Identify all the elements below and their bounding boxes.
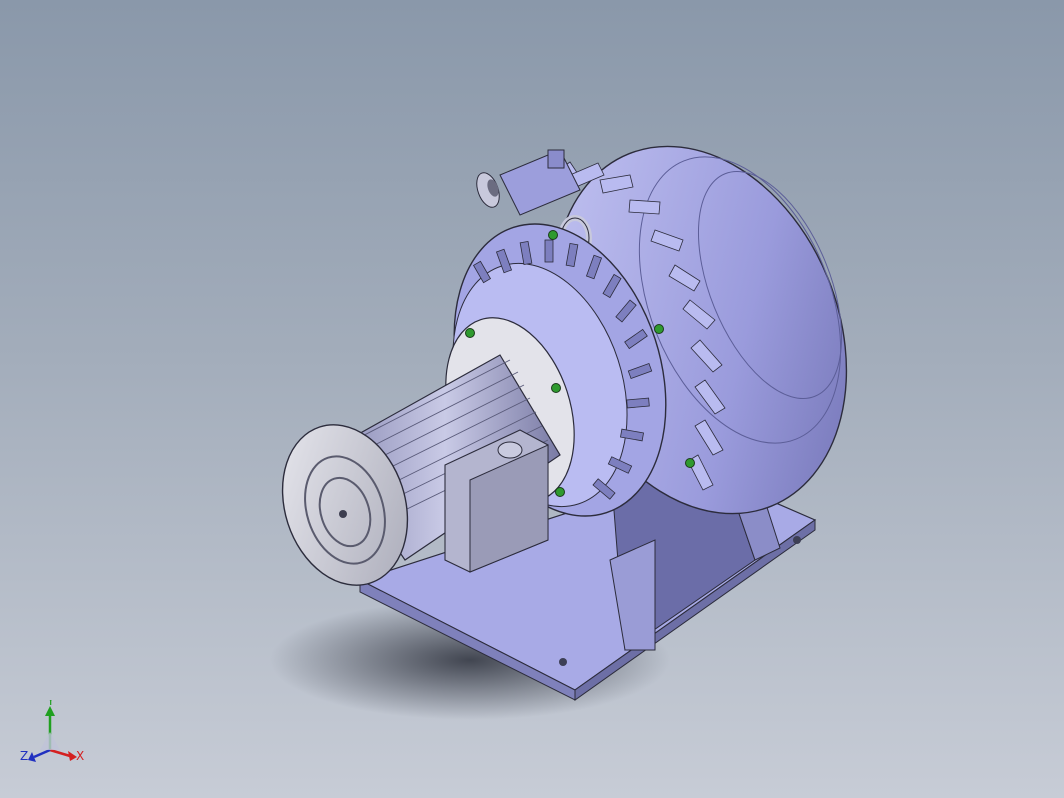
3d-model-view[interactable]: [0, 0, 1064, 798]
y-axis-label: Y: [46, 700, 55, 708]
coordinate-triad: Y X Z: [20, 700, 84, 763]
x-axis-label: X: [76, 749, 84, 763]
z-axis-icon: [33, 748, 51, 759]
x-axis-icon: [49, 748, 71, 758]
graphics-viewport[interactable]: Y X Z: [0, 0, 1064, 798]
top-fitting: [476, 149, 581, 216]
z-axis-label: Z: [20, 749, 28, 763]
